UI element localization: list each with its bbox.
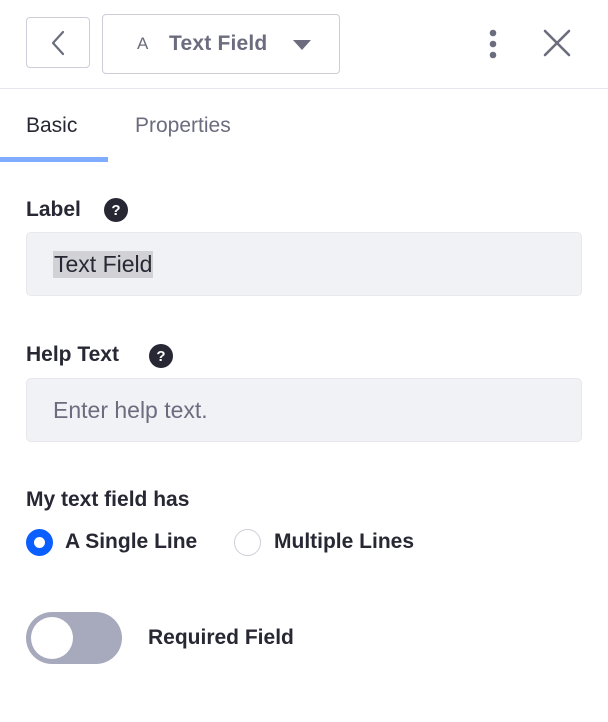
required-field-label: Required Field [148,626,294,649]
active-tab-indicator [0,157,108,162]
tab-basic[interactable]: Basic [26,114,77,138]
help-text-field-title: Help Text [26,343,119,366]
tab-properties[interactable]: Properties [135,114,231,138]
panel-header: A Text Field [0,0,608,89]
label-input-value: Text Field [53,250,154,278]
required-field-toggle[interactable] [26,612,122,664]
label-field-title: Label [26,198,81,221]
label-input[interactable]: Text Field [26,232,582,296]
radio-multiple-lines[interactable] [234,529,261,556]
more-options-button[interactable] [478,26,508,62]
text-type-icon: A [137,34,149,53]
close-icon [543,29,571,57]
field-type-dropdown[interactable]: A Text Field [102,14,340,74]
toggle-knob [31,617,73,659]
radio-single-line[interactable] [26,529,53,556]
field-type-label: Text Field [169,32,268,55]
close-button[interactable] [538,24,576,62]
caret-down-icon [293,40,311,50]
radio-checked-dot [34,537,45,548]
tab-bar: Basic Properties [0,90,608,164]
back-button[interactable] [26,17,90,68]
help-icon[interactable]: ? [104,198,128,222]
chevron-left-icon [51,30,65,55]
radio-single-line-label[interactable]: A Single Line [65,530,197,554]
kebab-vertical-icon [489,29,497,59]
line-option-title: My text field has [26,488,190,511]
radio-multiple-lines-label[interactable]: Multiple Lines [274,530,414,554]
help-text-placeholder: Enter help text. [53,396,208,423]
help-text-input[interactable]: Enter help text. [26,378,582,442]
help-icon[interactable]: ? [149,344,173,368]
